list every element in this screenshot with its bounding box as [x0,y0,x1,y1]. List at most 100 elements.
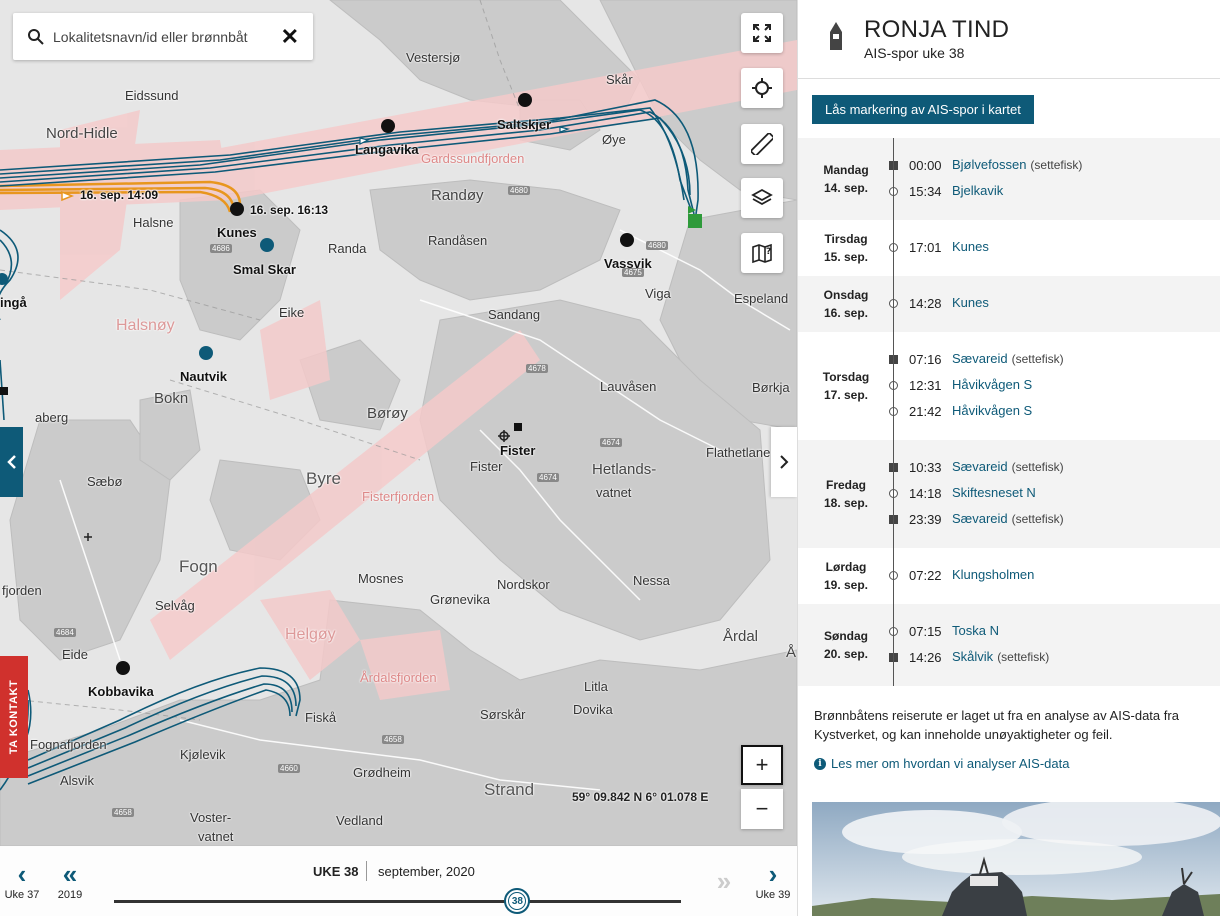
site-label[interactable]: Nautvik [180,369,227,384]
event-location-name: Kunes [952,239,989,254]
expand-left-panel-button[interactable] [0,427,23,497]
event-location-link[interactable]: Bjølvefossen (settefisk) [952,157,1082,172]
event-time: 12:31 [909,378,942,393]
next-week-button[interactable]: › Uke 39 [750,846,796,916]
place-label: Nessa [633,573,670,588]
event-note: (settefisk) [1011,352,1064,366]
event-location-link[interactable]: Skiftesneset N [952,485,1036,500]
place-label: Fognafjorden [30,737,107,752]
site-label[interactable]: Kunes [217,225,257,240]
prev-year-button[interactable]: « 2019 [48,846,92,916]
road-number: 4680 [508,186,530,195]
double-chevron-left-icon: « [62,859,78,889]
place-label: Kjølevik [180,747,226,762]
collapse-panel-button[interactable] [771,427,797,497]
zoom-in-button[interactable]: + [741,745,783,785]
event-location-link[interactable]: Håvikvågen S [952,403,1032,418]
locate-button[interactable] [741,68,783,108]
chevron-left-icon [6,455,16,469]
place-label: Hetlands- [592,461,657,478]
place-label: Dovika [573,702,613,717]
search-input[interactable] [53,28,281,45]
event-location-link[interactable]: Kunes [952,295,989,310]
event-row: 17:01 Kunes [798,238,1220,258]
timeline-line [893,138,894,686]
event-location-link[interactable]: Håvikvågen S [952,377,1032,392]
place-label: Nord-Hidle [46,125,118,142]
place-label: Vestersjø [406,50,461,65]
learn-more-link[interactable]: i Les mer om hvordan vi analyser AIS-dat… [814,756,1069,771]
event-row: 12:31 Håvikvågen S [798,376,1220,396]
site-label[interactable]: Langavika [355,142,419,157]
month-title: september, 2020 [378,864,475,879]
map-view[interactable]: Vestersjø Skår Eidssund Nord-Hidle Gards… [0,0,797,916]
event-time: 15:34 [909,184,942,199]
week-slider-track[interactable] [114,900,681,903]
event-time: 07:16 [909,352,942,367]
event-location-link[interactable]: Kunes [952,239,989,254]
event-location-link[interactable]: Bjelkavik [952,183,1003,198]
event-location-link[interactable]: Klungsholmen [952,567,1034,582]
search-icon [28,28,44,45]
place-label: Halsnøy [116,317,175,334]
zoom-out-button[interactable]: − [741,789,783,829]
event-row: 21:42 Håvikvågen S [798,402,1220,422]
divider [366,861,367,881]
contact-tab[interactable]: TA KONTAKT [0,656,28,778]
site-label[interactable]: Saltskjer [497,117,551,132]
road-number: 4658 [382,735,404,744]
place-label: Grønevika [430,592,490,607]
week-slider-handle[interactable]: 38 [504,888,531,914]
place-label: Eike [279,305,305,320]
close-icon[interactable]: ✕ [281,25,299,48]
road-number: 4686 [210,244,232,253]
map-help-button[interactable]: ? [741,233,783,273]
event-location-link[interactable]: Skålvik (settefisk) [952,649,1049,664]
chevron-left-icon: ‹ [17,859,27,889]
road-number: 4684 [54,628,76,637]
event-time: 17:01 [909,240,942,255]
event-location-name: Sævareid [952,459,1008,474]
day-block: Fredag 18. sep. 10:33 Sævareid (settefisk) 14… [798,440,1220,548]
chevron-right-icon: › [768,859,778,889]
boat-icon [830,22,842,50]
week-timeline: ‹ Uke 37 « 2019 UKE 38 september, 2020 3… [0,846,797,916]
fullscreen-icon [753,24,771,42]
event-row: 10:33 Sævareid (settefisk) [798,458,1220,478]
event-row: 14:28 Kunes [798,294,1220,314]
event-location-name: Håvikvågen S [952,377,1033,392]
event-time: 14:18 [909,486,942,501]
event-location-link[interactable]: Toska N [952,623,999,638]
lock-ais-track-button[interactable]: Lås markering av AIS-spor i kartet [812,95,1034,124]
day-block: Søndag 20. sep. 07:15 Toska N 14:26 Skålvik (s… [798,604,1220,686]
place-label: Sandang [488,307,541,322]
place-label: Flathetlane [706,445,771,460]
site-label[interactable]: Kobbavika [88,684,154,699]
day-block: Lørdag 19. sep. 07:22 Klungsholmen [798,548,1220,604]
place-label: ingå [0,295,27,310]
event-time: 21:42 [909,404,942,419]
layers-button[interactable] [741,178,783,218]
week-slider-value: 38 [511,895,523,907]
site-label[interactable]: Smal Skar [233,262,296,277]
road-number: 4658 [112,808,134,817]
site-label[interactable]: Fister [500,443,535,458]
event-location-link[interactable]: Sævareid (settefisk) [952,351,1064,366]
place-label: Fisterfjorden [362,489,435,504]
place-label: Fogn [179,557,218,576]
event-row: 14:18 Skiftesneset N [798,484,1220,504]
event-location-link[interactable]: Sævareid (settefisk) [952,511,1064,526]
week-title: UKE 38 [313,864,359,879]
measure-button[interactable] [741,124,783,164]
prev-week-button[interactable]: ‹ Uke 37 [0,846,44,916]
info-icon: i [814,757,826,770]
road-number: 4678 [526,364,548,373]
event-location-link[interactable]: Sævareid (settefisk) [952,459,1064,474]
place-label: Sørskår [480,707,526,722]
event-location-name: Klungsholmen [952,567,1035,582]
place-label: Vedland [336,813,383,828]
road-number: 4680 [646,241,668,250]
fullscreen-button[interactable] [741,13,783,53]
day-block: Tirsdag 15. sep. 17:01 Kunes [798,220,1220,276]
place-label: Skår [606,72,633,87]
